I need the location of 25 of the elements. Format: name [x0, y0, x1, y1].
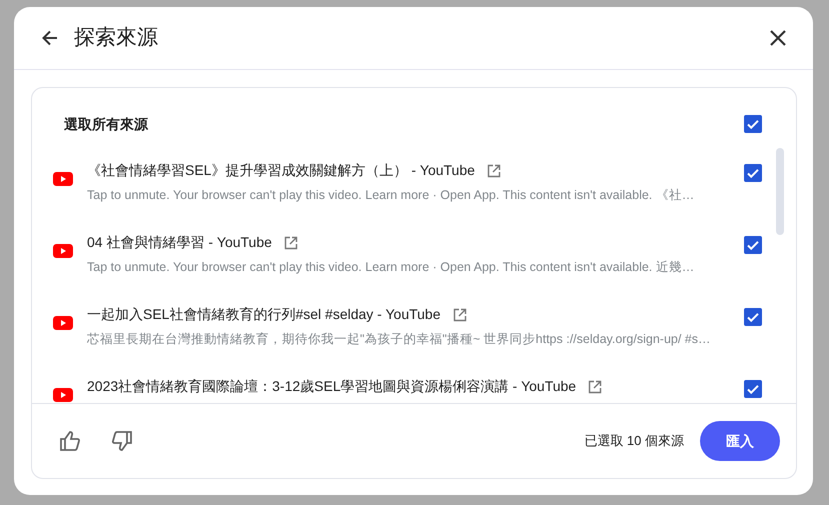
- external-link-icon[interactable]: [284, 236, 298, 250]
- video-play-icon: [53, 316, 73, 330]
- video-play-icon: [53, 244, 73, 258]
- external-link-icon[interactable]: [588, 380, 602, 394]
- select-all-label: 選取所有來源: [64, 114, 148, 134]
- checkbox[interactable]: [744, 115, 762, 133]
- source-title[interactable]: 04 社會與情緒學習 - YouTube: [87, 232, 272, 253]
- checkbox[interactable]: [744, 236, 762, 254]
- checkbox[interactable]: [744, 164, 762, 182]
- checkbox[interactable]: [744, 380, 762, 398]
- checkbox[interactable]: [744, 308, 762, 326]
- source-title[interactable]: 《社會情緒學習SEL》提升學習成效關鍵解方（上） - YouTube: [87, 160, 475, 181]
- external-link-icon[interactable]: [486, 164, 501, 178]
- dialog-title: 探索來源: [74, 25, 158, 52]
- import-button[interactable]: 匯入: [700, 421, 780, 461]
- selected-count: 已選取 10 個來源: [584, 432, 684, 450]
- source-description: Tap to unmute. Your browser can't play this video. Learn more · Open App. This content isn't available. 近幾…: [87, 259, 696, 276]
- scrollbar[interactable]: [776, 148, 784, 235]
- source-description: Tap to unmute. Your browser can't play this video. Learn more · Open App. This content isn't available. 《社…: [87, 187, 696, 204]
- source-title[interactable]: 一起加入SEL社會情緒教育的行列#sel #selday - YouTube: [87, 304, 440, 325]
- video-play-icon: [53, 388, 73, 402]
- external-link-icon[interactable]: [452, 308, 466, 322]
- source-description: 芯福里長期在台灣推動情緒教育，期待你我一起"為孩子的幸福"播種~ 世界同步https ://selday.org/sign-up/ #s…: [87, 331, 712, 348]
- video-play-icon: [53, 172, 73, 186]
- source-title[interactable]: 2023社會情緒教育國際論壇：3-12歲SEL學習地圖與資源楊俐容演講 - YouTube: [87, 376, 576, 397]
